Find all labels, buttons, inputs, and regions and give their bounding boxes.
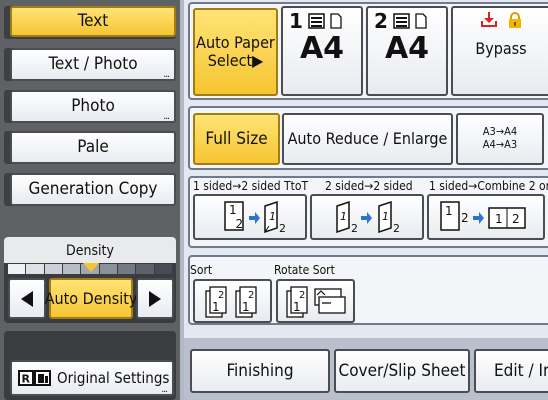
rotate-sort-icon: 1 2 (281, 281, 351, 321)
sort-button[interactable]: 1 2 1 2 (193, 279, 272, 323)
portrait-paper-icon (415, 13, 427, 29)
full-size-button[interactable]: Full Size (193, 113, 280, 165)
mode-text-button[interactable]: Text (10, 6, 176, 37)
original-settings-label: Original Settings (57, 368, 170, 387)
two-to-two-sided-icon: 1 2 1 2 (327, 198, 407, 236)
auto-density-label: Auto Density (44, 288, 138, 308)
mode-photo-button[interactable]: Photo (10, 90, 176, 123)
auto-reduce-enlarge-button[interactable]: Auto Reduce / Enlarge (282, 113, 453, 165)
mode-label: Text (77, 11, 109, 32)
density-step (99, 264, 117, 274)
mode-generation-copy-button[interactable]: Generation Copy (10, 173, 176, 206)
lock-icon (508, 12, 522, 28)
full-size-label: Full Size (205, 128, 268, 149)
portrait-paper-icon (330, 13, 342, 29)
paper-tray-1-button[interactable]: 1 A4 (281, 6, 363, 96)
finishing-tab-button[interactable]: Finishing (190, 349, 330, 393)
copy-settings-panel: Auto Paper Select▶ 1 A4 2 A4 Bypass Full… (184, 0, 548, 400)
density-step (62, 264, 81, 274)
bypass-label: Bypass (475, 39, 527, 58)
paper-tray-2-button[interactable]: 2 A4 (366, 6, 448, 96)
right-arrow-icon (147, 290, 163, 308)
tab-label: Finishing (226, 360, 294, 381)
original-settings-icon: R (18, 370, 52, 386)
svg-text:2: 2 (279, 222, 285, 235)
density-step (117, 264, 136, 274)
density-step (136, 264, 154, 274)
rotate-sort-button[interactable]: 1 2 (276, 279, 355, 323)
duplex-2-2-label: 2 sided→2 sided (325, 179, 413, 193)
left-arrow-icon (19, 290, 35, 308)
combine-two-originals-icon: 1 2 1 2 (435, 198, 529, 236)
auto-paper-select-button[interactable]: Auto Paper Select▶ (193, 8, 278, 96)
original-type-panel: Text Text / Photo Photo Pale Generation … (0, 0, 180, 400)
svg-text:2: 2 (393, 222, 400, 235)
svg-text:2: 2 (248, 290, 254, 301)
density-lighter-button[interactable] (8, 278, 46, 319)
svg-text:2: 2 (299, 290, 305, 301)
combine-label: 1 sided→Combine 2 ori (429, 179, 548, 193)
bypass-tray-icon (480, 12, 498, 28)
density-panel: Density Auto Density (4, 237, 176, 323)
preset-ratio-label: A4→A3 (482, 138, 518, 151)
density-step (44, 264, 62, 274)
tab-label: Cover/Slip Sheet (338, 360, 466, 381)
density-step (8, 264, 26, 274)
svg-text:1: 1 (382, 210, 389, 223)
auto-density-button[interactable]: Auto Density (45, 278, 137, 319)
svg-text:2: 2 (351, 222, 358, 235)
density-step (154, 264, 172, 274)
rotate-sort-label: Rotate Sort (274, 263, 335, 277)
combine-originals-button[interactable]: 1 2 1 2 (427, 194, 545, 240)
svg-text:2: 2 (461, 211, 469, 225)
tray-paper-size: A4 (299, 31, 345, 66)
svg-text:R: R (22, 373, 31, 386)
svg-text:2: 2 (218, 290, 224, 301)
tray-number: 2 (374, 9, 388, 33)
one-to-two-sided-icon: 1 2 1 2 (215, 198, 285, 236)
density-step (26, 264, 44, 274)
duplex-1-to-2-button[interactable]: 1 2 1 2 (193, 194, 307, 240)
sort-label: Sort (190, 263, 213, 277)
svg-text:1: 1 (269, 210, 276, 223)
mode-pale-button[interactable]: Pale (10, 131, 176, 164)
tray-icon (393, 13, 410, 29)
density-title: Density (66, 243, 114, 259)
svg-text:1: 1 (212, 300, 220, 314)
mode-label: Photo (71, 96, 115, 117)
svg-text:1: 1 (495, 212, 503, 226)
svg-text:2: 2 (236, 217, 244, 231)
bypass-tray-button[interactable]: Bypass (451, 6, 548, 96)
sort-icon: 1 2 1 2 (198, 281, 268, 321)
auto-paper-label: Auto Paper (196, 33, 275, 53)
tray-icon (308, 13, 325, 29)
svg-text:1: 1 (229, 203, 237, 217)
auto-paper-label: Select▶ (207, 51, 264, 70)
mode-label: Text / Photo (48, 54, 138, 75)
original-settings-button[interactable]: R Original Settings (10, 360, 174, 396)
auto-reduce-label: Auto Reduce / Enlarge (287, 129, 448, 149)
svg-text:1: 1 (293, 300, 301, 314)
duplex-2-to-2-button[interactable]: 1 2 1 2 (310, 194, 424, 240)
tray-number: 1 (289, 9, 303, 33)
tab-label: Edit / Ir (494, 360, 548, 381)
tray-paper-size: A4 (384, 31, 430, 66)
duplex-1-2-label: 1 sided→2 sided TtoT (193, 179, 309, 193)
mode-text-photo-button[interactable]: Text / Photo (10, 48, 176, 81)
mode-label: Pale (77, 137, 109, 158)
svg-text:1: 1 (242, 300, 250, 314)
edit-imprint-tab-button[interactable]: Edit / Ir (474, 349, 548, 393)
svg-text:1: 1 (340, 210, 347, 223)
mode-label: Generation Copy (28, 179, 158, 200)
density-indicator (83, 263, 99, 272)
preset-ratio-button[interactable]: A3→A4 A4→A3 (456, 113, 544, 165)
svg-text:2: 2 (512, 212, 520, 226)
cover-slip-sheet-tab-button[interactable]: Cover/Slip Sheet (334, 349, 470, 393)
svg-text:1: 1 (445, 204, 453, 218)
density-darker-button[interactable] (136, 278, 174, 319)
